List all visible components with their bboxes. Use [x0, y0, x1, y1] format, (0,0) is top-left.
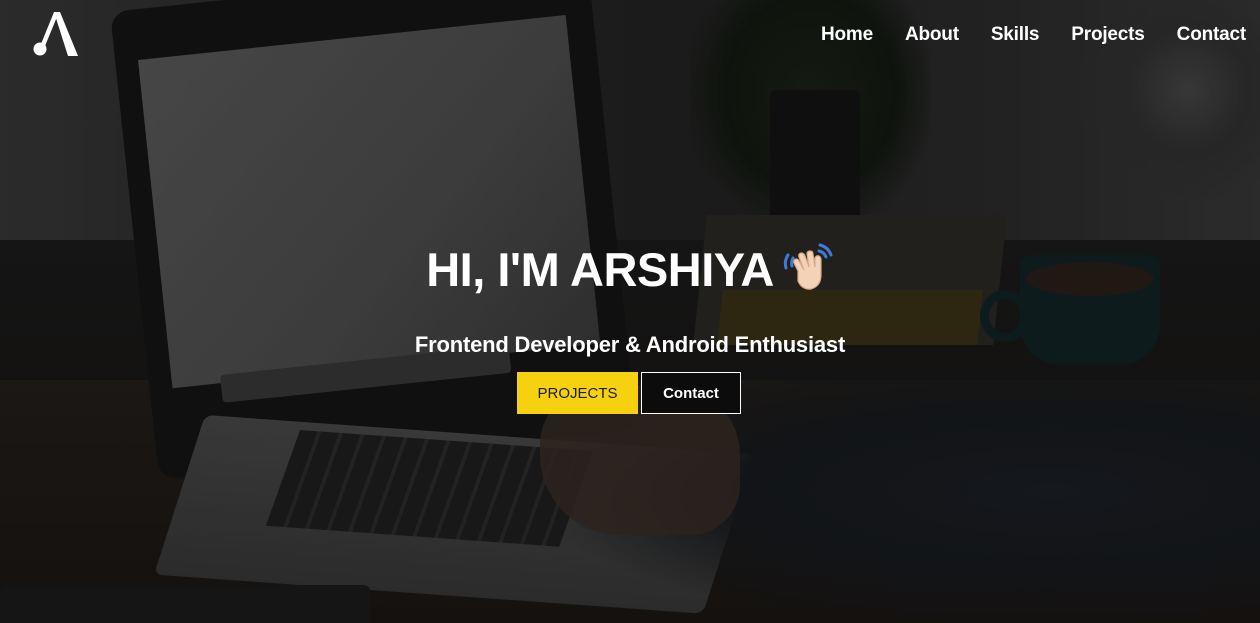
- hero-background-image: [0, 0, 1260, 623]
- hero-dark-overlay: [0, 0, 1260, 623]
- contact-button[interactable]: Contact: [641, 372, 741, 414]
- waving-hand-icon: [782, 241, 834, 293]
- logo-icon[interactable]: [30, 10, 80, 58]
- hero-title-text: HI, I'M ARSHIYA: [426, 243, 774, 296]
- nav-link-contact[interactable]: Contact: [1177, 22, 1247, 48]
- nav-link-projects[interactable]: Projects: [1071, 22, 1145, 48]
- hero-cta-group: PROJECTS Contact: [517, 372, 741, 414]
- hero-title: HI, I'M ARSHIYA: [0, 240, 1260, 300]
- nav-link-home[interactable]: Home: [821, 22, 873, 48]
- projects-button[interactable]: PROJECTS: [517, 372, 638, 414]
- main-nav: Home About Skills Projects Contact: [821, 22, 1246, 48]
- nav-link-about[interactable]: About: [905, 22, 959, 48]
- hero-subtitle: Frontend Developer & Android Enthusiast: [414, 332, 846, 357]
- nav-link-skills[interactable]: Skills: [991, 22, 1040, 48]
